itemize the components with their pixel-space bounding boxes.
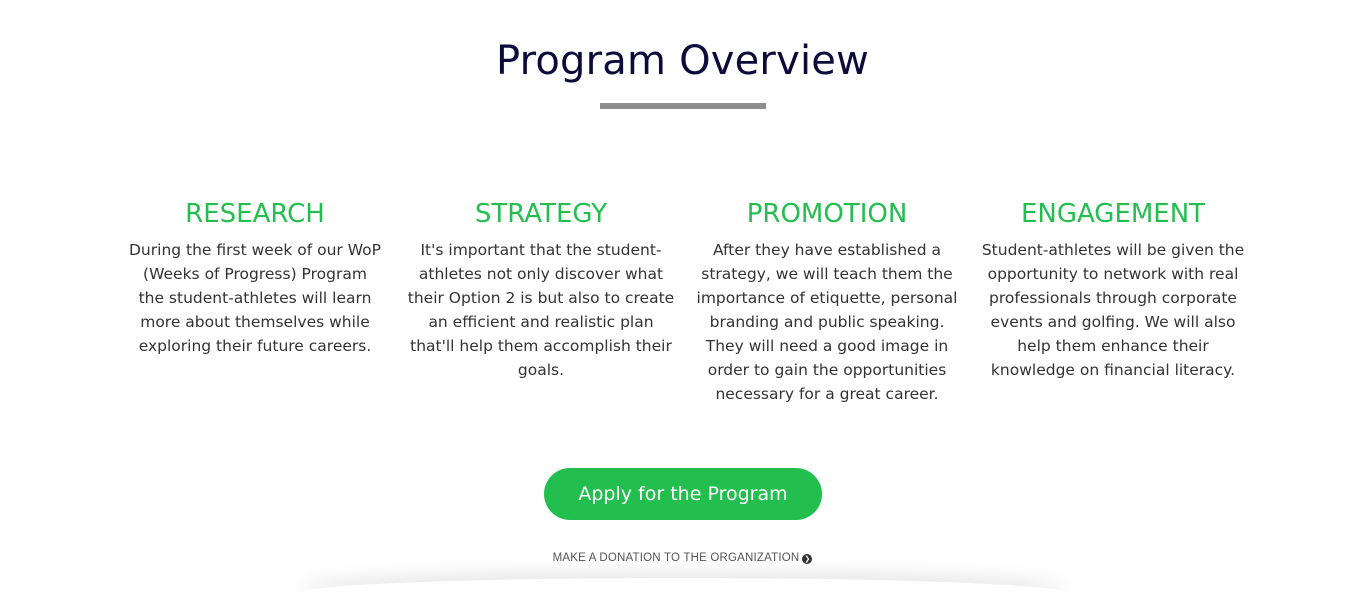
chevron-circle-right-icon: ❯ [802,554,813,564]
column-heading: ENGAGEMENT [1020,199,1206,229]
column-engagement: ENGAGEMENT Student-athletes will be give… [978,196,1248,406]
column-description: It's important that the student-athletes… [407,241,675,379]
overview-columns: RESEARCH During the first week of our Wo… [120,196,1248,406]
make-donation-link[interactable]: MAKE A DONATION TO THE ORGANIZATION ❯ [0,552,1365,564]
column-description: Student-athletes will be given the oppor… [981,241,1245,379]
title-underline [600,103,766,109]
column-strategy: STRATEGY It's important that the student… [406,196,676,406]
column-promotion: PROMOTION After they have established a … [692,196,962,406]
column-heading: PROMOTION [746,199,908,229]
donation-link-label: MAKE A DONATION TO THE ORGANIZATION [552,552,800,564]
column-description: During the first week of our WoP (Weeks … [129,241,381,355]
page-title: Program Overview [495,38,869,84]
section-bottom-shadow [300,578,1065,592]
column-description: After they have established a strategy, … [696,241,958,403]
apply-for-program-button[interactable]: Apply for the Program [544,468,822,520]
column-research: RESEARCH During the first week of our Wo… [120,196,390,406]
column-heading: RESEARCH [185,199,325,229]
column-heading: STRATEGY [474,199,608,229]
